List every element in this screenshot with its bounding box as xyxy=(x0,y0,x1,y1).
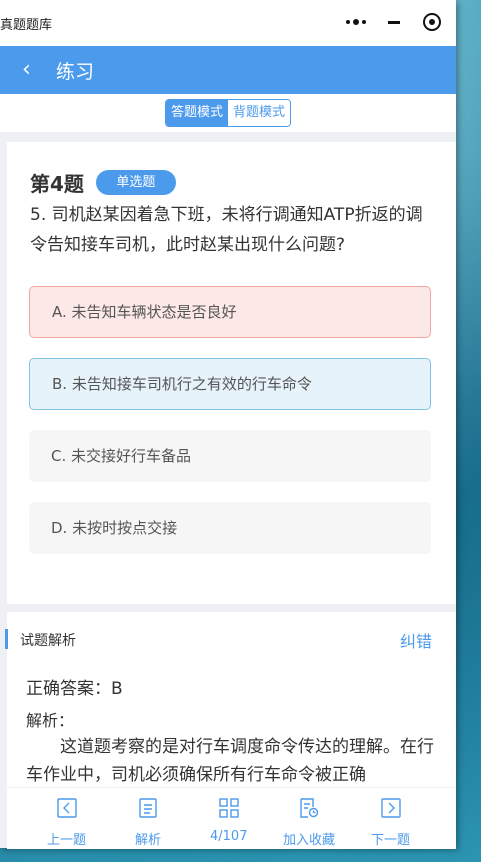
nav-bar: ‹ 练习 xyxy=(0,46,456,94)
window-title: 真题题库 xyxy=(0,18,53,33)
close-target-icon[interactable] xyxy=(420,10,444,34)
favorite-doc-icon xyxy=(299,796,319,820)
question-number: 第4题 xyxy=(30,172,84,196)
minimize-icon[interactable] xyxy=(382,10,406,34)
analysis-title: 试题解析 xyxy=(20,633,76,649)
next-question-button[interactable]: 下一题 xyxy=(371,788,410,848)
next-question-label: 下一题 xyxy=(371,833,411,848)
question-progress: 4/107 xyxy=(210,829,248,844)
option-a[interactable]: A. 未告知车辆状态是否良好 xyxy=(29,286,431,338)
question-text: 5. 司机赵某因着急下班，未将行调通知ATP折返的调令告知接车司机，此时赵某出现… xyxy=(30,205,423,255)
explanation-text: 这道题考察的是对行车调度命令传达的理解。在行车作业中，司机必须确保所有行车命令被… xyxy=(26,737,434,785)
page-title: 练习 xyxy=(56,60,95,83)
analysis-header: 试题解析 纠错 xyxy=(5,628,456,652)
correct-answer: 正确答案：B xyxy=(26,679,123,699)
add-favorite-button[interactable]: 加入收藏 xyxy=(283,788,335,848)
answer-mode-button[interactable]: 答题模式 xyxy=(165,100,228,126)
prev-question-button[interactable]: 上一题 xyxy=(47,788,86,848)
back-icon[interactable]: ‹ xyxy=(22,59,54,81)
question-index-button[interactable]: 4/107 xyxy=(210,788,247,844)
report-error-link[interactable]: 纠错 xyxy=(400,628,432,652)
analysis-button[interactable]: 解析 xyxy=(135,788,161,848)
add-favorite-label: 加入收藏 xyxy=(283,833,336,848)
mode-toggle: 答题模式 背题模式 xyxy=(164,99,292,127)
option-c[interactable]: C. 未交接好行车备品 xyxy=(29,430,431,482)
question-card: 第4题 单选题 5. 司机赵某因着急下班，未将行调通知ATP折返的调令告知接车司… xyxy=(7,142,456,604)
document-icon xyxy=(139,796,157,820)
window-controls xyxy=(344,10,444,34)
window-title-bar: 真题题库 xyxy=(0,0,456,46)
more-menu-icon[interactable] xyxy=(344,10,368,34)
section-accent-bar xyxy=(5,629,8,649)
explanation-label: 解析： xyxy=(26,711,75,730)
option-b[interactable]: B. 未告知接车司机行之有效的行车命令 xyxy=(29,358,431,410)
grid-icon xyxy=(219,796,239,820)
recite-mode-button[interactable]: 背题模式 xyxy=(228,100,291,126)
mode-bar: 答题模式 背题模式 xyxy=(0,94,456,136)
question-type-badge: 单选题 xyxy=(95,170,176,195)
question-header: 第4题 单选题 xyxy=(30,168,176,197)
analysis-label: 解析 xyxy=(135,833,162,848)
next-icon xyxy=(380,796,401,820)
prev-icon xyxy=(56,796,77,820)
option-d[interactable]: D. 未按时按点交接 xyxy=(29,502,431,554)
prev-question-label: 上一题 xyxy=(47,833,87,848)
bottom-toolbar: 上一题 解析 4/107 加入收藏 下一题 xyxy=(7,787,456,849)
